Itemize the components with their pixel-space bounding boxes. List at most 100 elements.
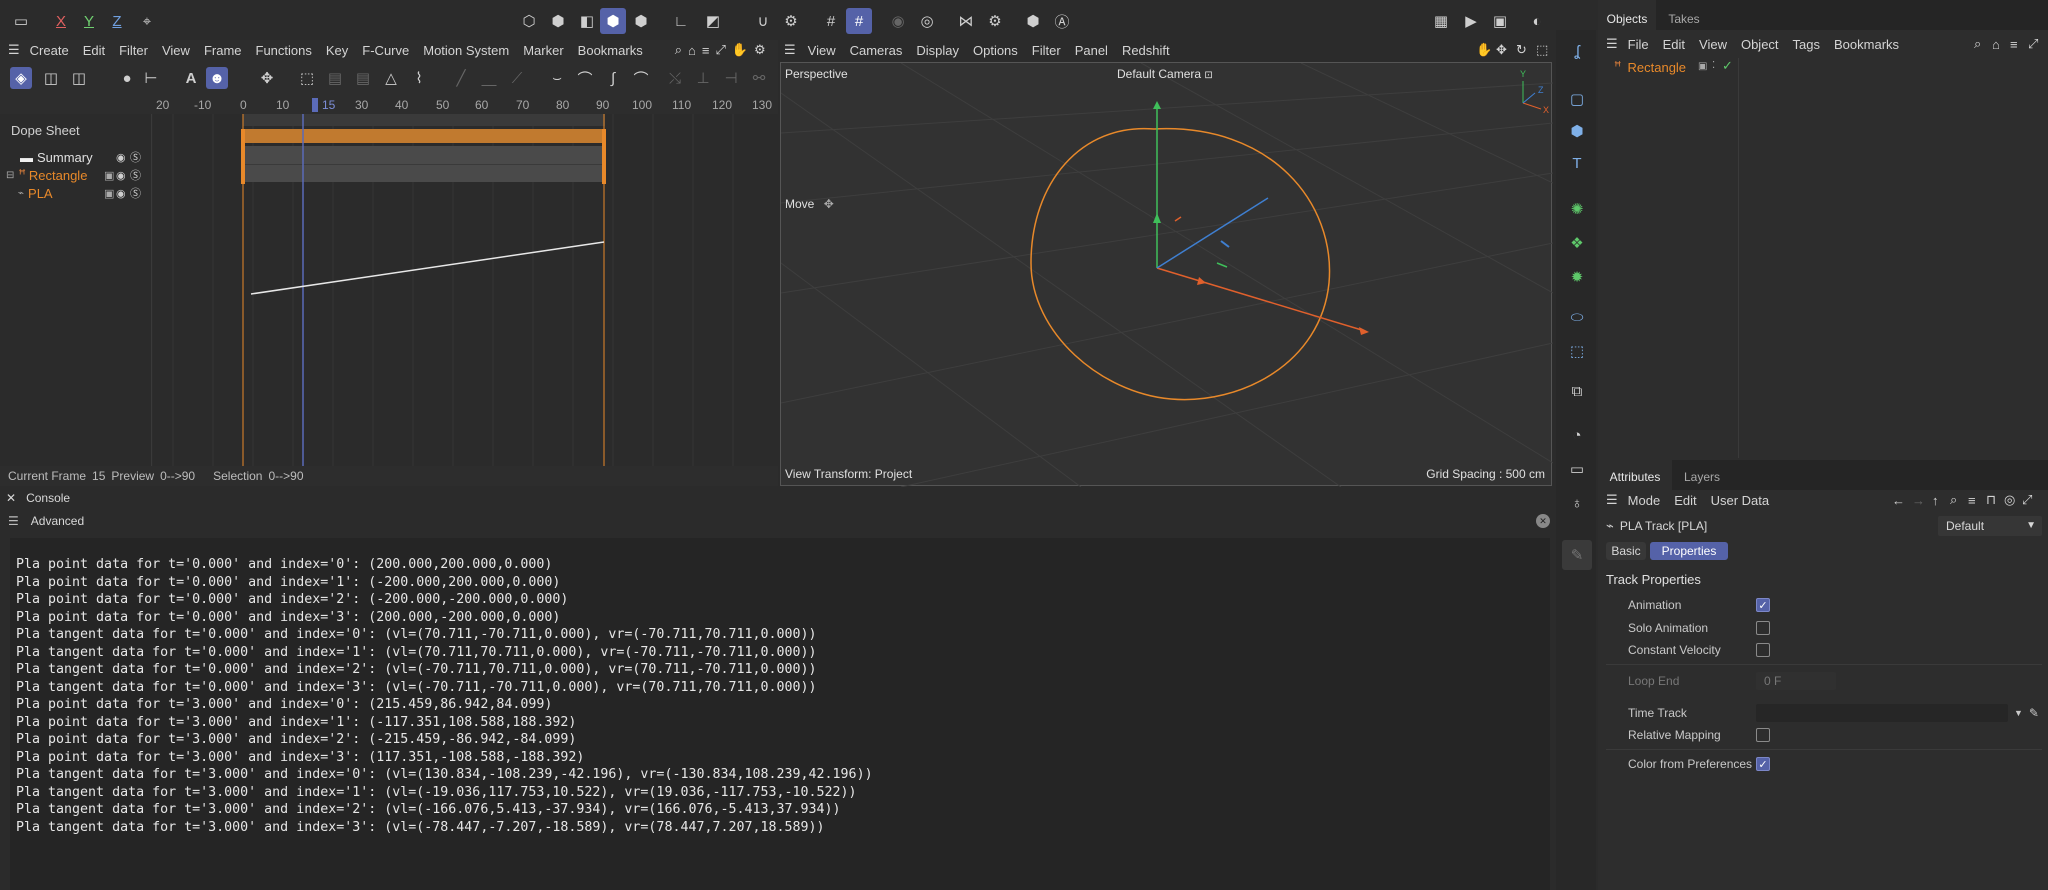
break-tangent-icon[interactable]: ⤯ — [664, 67, 686, 89]
filter-icon[interactable]: ≡ — [2010, 37, 2018, 52]
menu-item[interactable]: Mode — [1628, 493, 1661, 508]
menu-item[interactable]: Filter — [119, 43, 148, 58]
search-icon[interactable]: ⌕ — [1950, 492, 1957, 508]
menu-item[interactable]: Bookmarks — [578, 43, 643, 58]
search-icon[interactable]: ⌕ — [1974, 36, 1981, 52]
menu-item[interactable]: Display — [916, 43, 959, 58]
menu-item[interactable]: View — [1699, 37, 1727, 52]
relative-mapping-checkbox[interactable] — [1756, 728, 1770, 742]
close-icon[interactable]: ✕ — [6, 491, 16, 505]
python-icon[interactable]: Ⓐ — [1049, 8, 1075, 34]
expand-icon[interactable]: ⤢ — [2028, 36, 2038, 52]
menu-item[interactable]: Tags — [1793, 37, 1820, 52]
ease-both-icon[interactable]: ⌒ — [630, 67, 652, 89]
keyframe-b-icon[interactable]: ▤ — [352, 67, 374, 89]
tab-layers[interactable]: Layers — [1674, 460, 1730, 490]
frame-selected-icon[interactable]: ⬚ — [296, 67, 318, 89]
menu-item[interactable]: Cameras — [850, 43, 903, 58]
tab-objects[interactable]: Objects — [1598, 0, 1656, 30]
constant-velocity-checkbox[interactable] — [1756, 643, 1770, 657]
lock-icon[interactable]: ⊓ — [1986, 492, 1996, 508]
tab-basic[interactable]: Basic — [1606, 542, 1646, 560]
redshift-render-icon[interactable]: ◐ — [1524, 8, 1550, 34]
expand-icon[interactable]: ⤢ — [715, 42, 725, 58]
forward-arrow-icon[interactable]: → — [1912, 493, 1925, 508]
hamburger-menu-icon[interactable]: ☰ — [1606, 36, 1618, 52]
keyframe-a-icon[interactable]: ▤ — [324, 67, 346, 89]
menu-item[interactable]: Bookmarks — [1834, 37, 1899, 52]
axis-mode-icon[interactable]: ∟ — [668, 8, 694, 34]
pan-hand-icon[interactable]: ✋ — [1476, 42, 1492, 58]
track-row-rectangle[interactable]: ⊟ ꟸ Rectangle ▣ ◉ Ⓢ — [0, 166, 152, 184]
field-icon[interactable]: ⬚ — [1562, 336, 1592, 366]
snap-icon[interactable]: ∪ — [750, 8, 776, 34]
menu-item[interactable]: Edit — [83, 43, 105, 58]
menu-item[interactable]: Panel — [1075, 43, 1108, 58]
filter-icon[interactable]: ≡ — [702, 43, 710, 58]
hierarchy-icon[interactable]: ⊢ — [140, 67, 162, 89]
view-name-label[interactable]: Perspective — [785, 67, 848, 81]
clear-console-icon[interactable]: ✕ — [1536, 514, 1550, 528]
hamburger-menu-icon[interactable]: ☰ — [784, 42, 796, 58]
menu-item[interactable]: Motion System — [423, 43, 509, 58]
ease-out-icon[interactable]: ∫ — [602, 67, 624, 89]
move-keys-icon[interactable]: ✥ — [256, 67, 278, 89]
tab-properties[interactable]: Properties — [1650, 542, 1728, 560]
dope-sheet-area[interactable] — [153, 114, 778, 466]
redshift-icon[interactable]: ⬢ — [1020, 8, 1046, 34]
zero-length-icon[interactable]: ⊣ — [720, 67, 742, 89]
up-arrow-icon[interactable]: ↑ — [1932, 493, 1939, 508]
axis-y-lock[interactable]: Y — [76, 8, 102, 34]
visibility-icon[interactable]: ◉ — [116, 187, 126, 200]
menu-item[interactable]: Options — [973, 43, 1018, 58]
menu-item[interactable]: Redshift — [1122, 43, 1170, 58]
paint-icon[interactable]: ✎ — [1562, 540, 1592, 570]
spline-pen-icon[interactable]: ʆ — [1562, 36, 1592, 66]
coordinate-system-icon[interactable]: ⌖ — [134, 8, 160, 34]
chevron-down-icon[interactable]: ▼ — [2014, 708, 2023, 718]
hamburger-menu-icon[interactable]: ☰ — [1606, 492, 1618, 508]
menu-item[interactable]: Edit — [1674, 493, 1696, 508]
user-icon[interactable]: ☻ — [206, 67, 228, 89]
step-icon[interactable]: ⎽ — [478, 67, 500, 89]
home-icon[interactable]: ⌂ — [688, 43, 696, 58]
sphere-icon[interactable]: ● — [116, 67, 138, 89]
object-row-rectangle[interactable]: ꟸ Rectangle — [1598, 58, 1738, 76]
home-icon[interactable]: ⌂ — [1992, 37, 2000, 52]
motion-mode-icon[interactable]: ◫ — [68, 67, 90, 89]
hamburger-menu-icon[interactable]: ☰ — [8, 514, 19, 528]
ease-in-icon[interactable]: ⌒ — [574, 67, 596, 89]
edit-icon[interactable]: ▣ — [104, 169, 114, 182]
pick-icon[interactable]: ✎ — [2029, 706, 2039, 720]
camera-label[interactable]: Default Camera ⊡ — [1117, 67, 1213, 81]
move-camera-icon[interactable]: ✥ — [1496, 42, 1507, 58]
enabled-check-icon[interactable]: ✓ — [1722, 58, 1733, 74]
grid-snap-icon[interactable]: # — [818, 8, 844, 34]
fcurve-mode-icon[interactable]: ◫ — [40, 67, 62, 89]
menu-item[interactable]: Key — [326, 43, 348, 58]
collapse-icon[interactable]: ⊟ — [6, 170, 14, 181]
menu-item[interactable]: View — [808, 43, 836, 58]
track-row-pla[interactable]: ⌁ PLA ▣ ◉ Ⓢ — [0, 184, 152, 202]
cloner-icon[interactable]: ❖ — [1562, 228, 1592, 258]
light-icon[interactable]: ♁ — [1562, 488, 1592, 518]
menu-item[interactable]: Functions — [256, 43, 312, 58]
model-mode-icon[interactable]: ⬡ — [516, 8, 542, 34]
edit-tag-icon[interactable]: ▣ — [1698, 61, 1707, 72]
menu-item[interactable]: User Data — [1711, 493, 1770, 508]
render-region-icon[interactable]: ◉ — [885, 8, 911, 34]
render-picture-viewer-icon[interactable]: ▶ — [1458, 8, 1484, 34]
solo-icon[interactable]: Ⓢ — [130, 167, 141, 183]
color-from-preferences-checkbox[interactable]: ✓ — [1756, 757, 1770, 771]
search-icon[interactable]: ⌕ — [675, 42, 682, 58]
visibility-icon[interactable]: ◉ — [116, 151, 126, 164]
polygon-mode-icon[interactable]: ⬢ — [628, 8, 654, 34]
frame-ruler[interactable]: 20 -10 0 10 15 30 40 50 60 70 80 90 100 … — [152, 98, 778, 114]
axis-x-lock[interactable]: X — [48, 8, 74, 34]
tab-takes[interactable]: Takes — [1658, 0, 1710, 30]
settings-icon[interactable]: ⚙ — [754, 42, 766, 58]
text-icon[interactable]: A — [180, 67, 202, 89]
rectangle-tool-icon[interactable]: ▢ — [1562, 84, 1592, 114]
preset-dropdown[interactable]: Default ▼ — [1938, 516, 2042, 536]
link-icon[interactable]: ⚯ — [748, 67, 770, 89]
